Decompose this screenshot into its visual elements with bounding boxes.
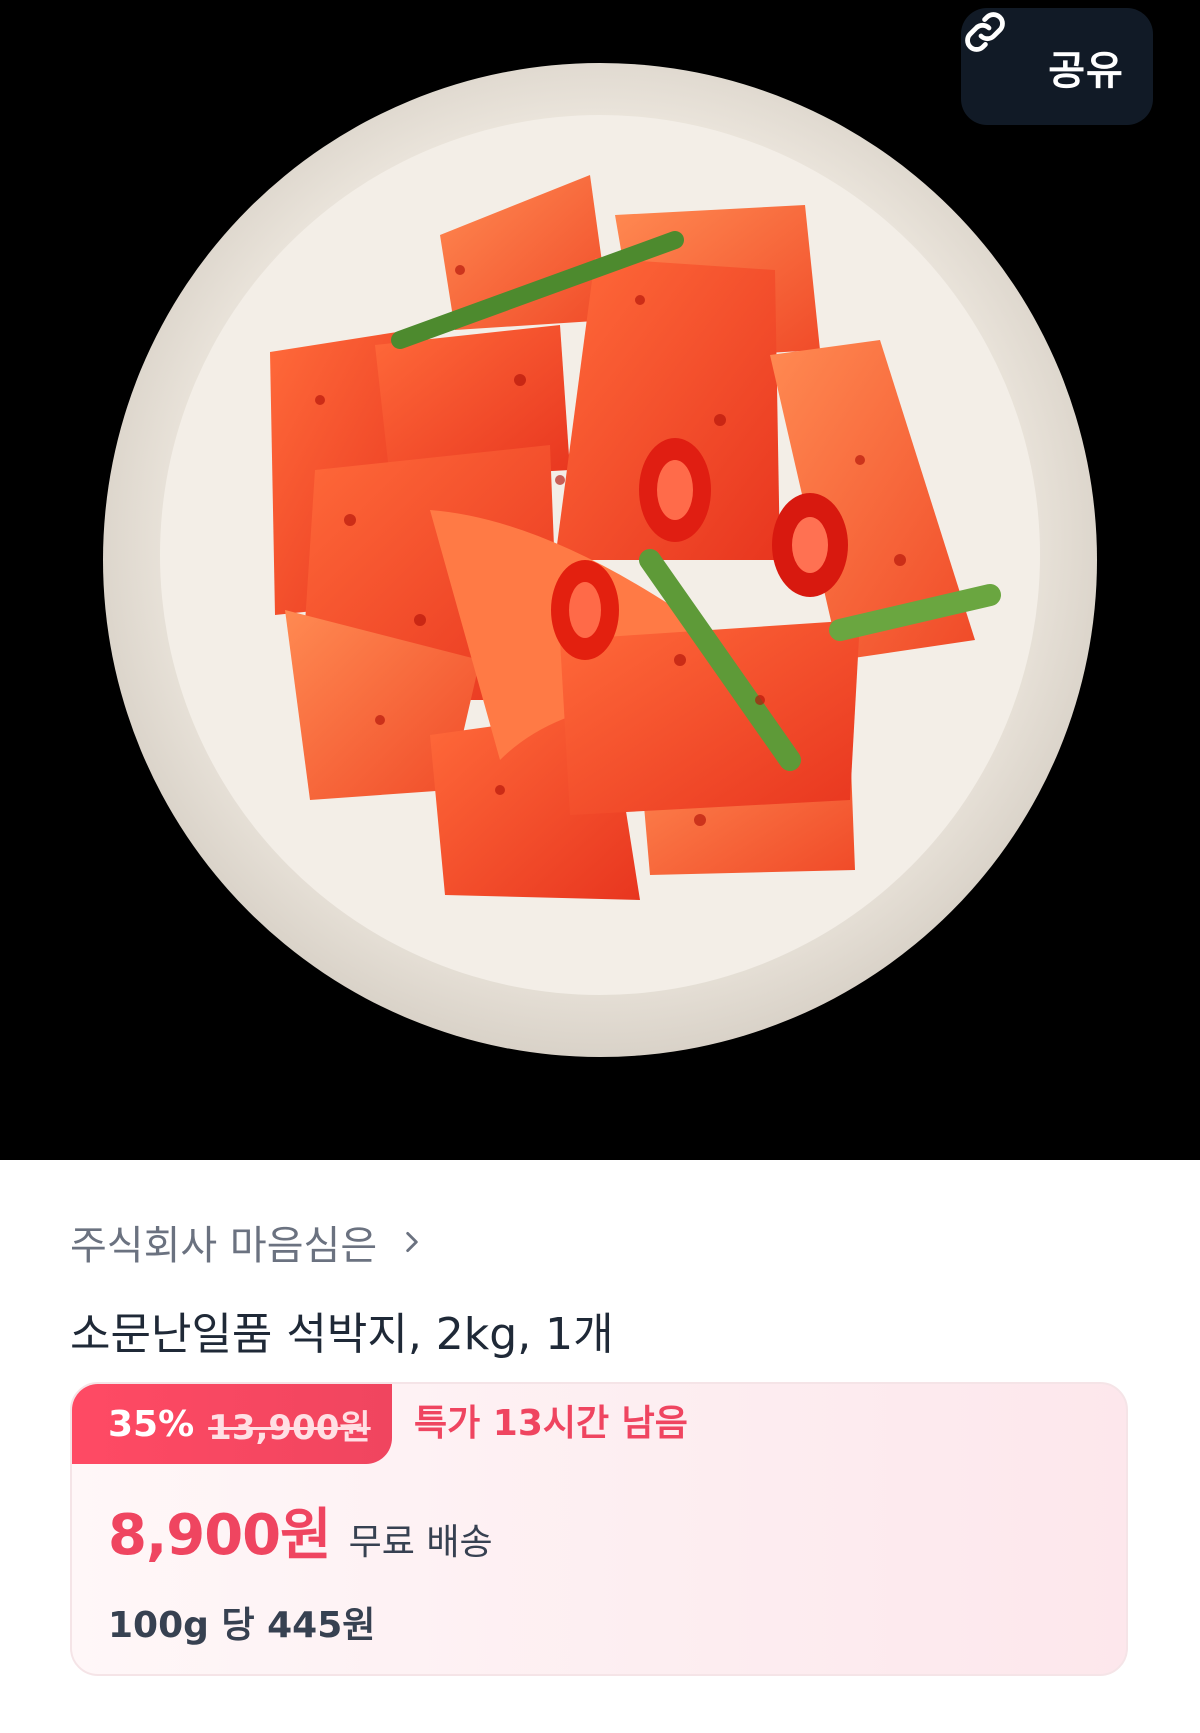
- price-card: 35% 13,900원 특가 13시간 남음 8,900원 무료 배송 100g…: [70, 1382, 1128, 1676]
- kimchi-bowl-illustration: [103, 63, 1097, 1057]
- share-button-label: 공유: [1048, 47, 1124, 94]
- chevron-right-icon: [399, 1229, 425, 1255]
- product-info: 주식회사 마음심은 소문난일품 석박지, 2kg, 1개 35% 13,900원…: [0, 1160, 1200, 1733]
- deal-timer: 특가 13시간 남음: [414, 1403, 688, 1444]
- price-row: 8,900원 무료 배송: [108, 1490, 493, 1572]
- discount-percent: 35%: [108, 1403, 195, 1445]
- product-image[interactable]: 공유: [0, 0, 1200, 1160]
- share-button[interactable]: 공유: [961, 8, 1153, 125]
- unit-price: 100g 당 445원: [108, 1605, 376, 1646]
- link-icon: [965, 12, 1038, 91]
- shipping-info: 무료 배송: [348, 1522, 493, 1563]
- original-price: 13,900원: [208, 1407, 371, 1448]
- seller-name: 주식회사 마음심은: [70, 1223, 378, 1269]
- seller-link[interactable]: 주식회사 마음심은: [70, 1212, 425, 1272]
- sale-price: 8,900원: [108, 1503, 332, 1568]
- product-title: 소문난일품 석박지, 2kg, 1개: [70, 1309, 614, 1360]
- discount-badge: 35% 13,900원: [72, 1384, 392, 1464]
